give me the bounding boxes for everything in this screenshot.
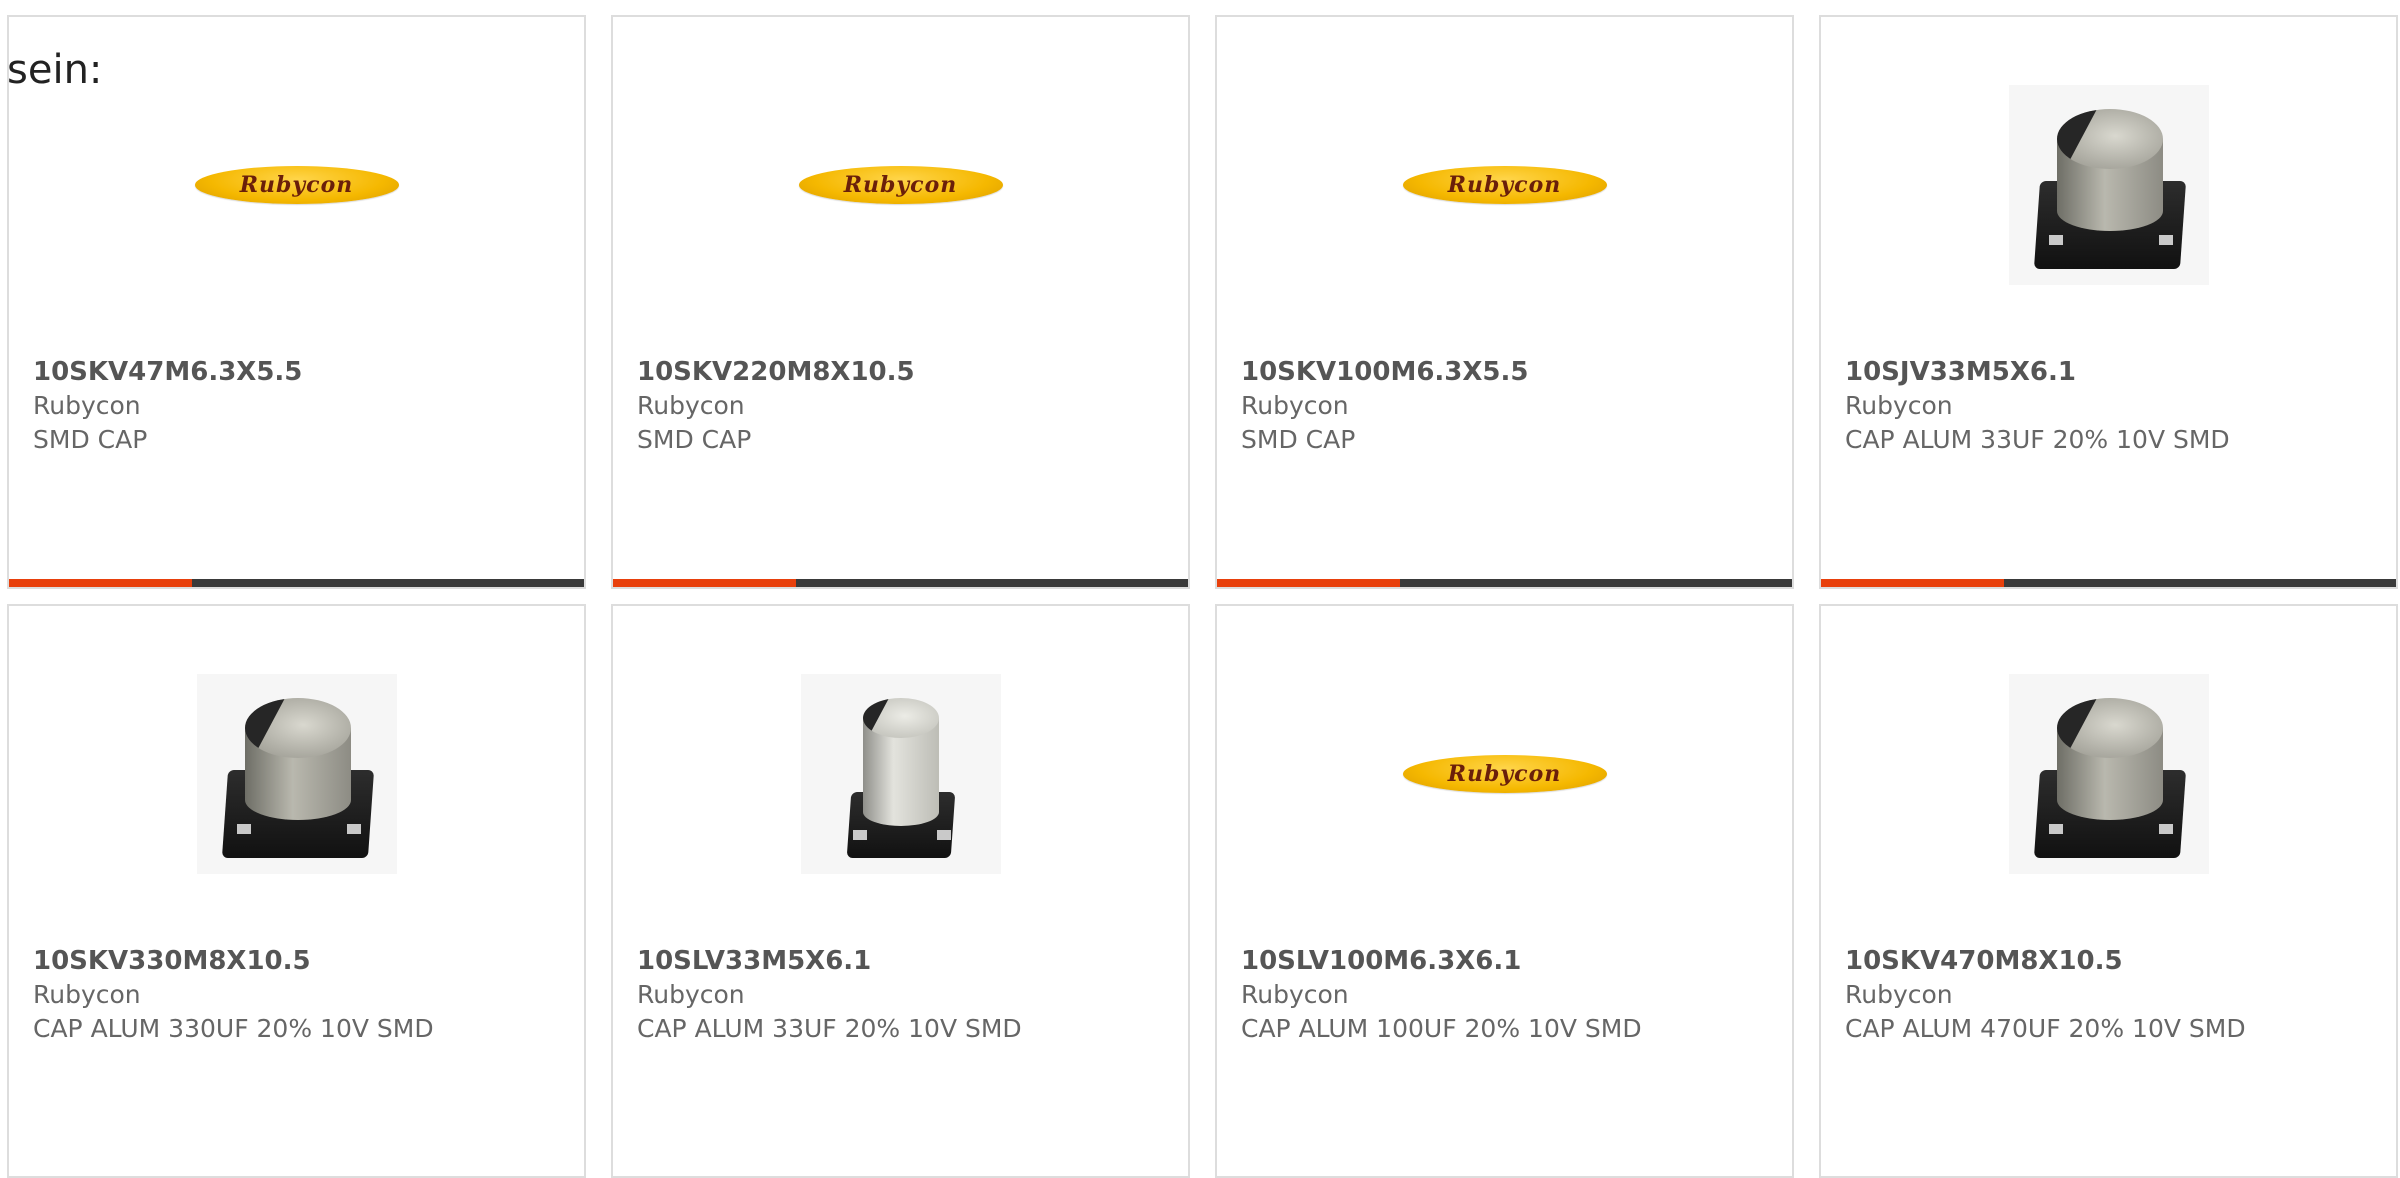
capacitor-top xyxy=(2056,109,2163,169)
product-card[interactable]: 10SJV33M5X6.1 Rubycon CAP ALUM 33UF 20% … xyxy=(1819,15,2398,589)
product-info: 10SKV470M8X10.5 Rubycon CAP ALUM 470UF 2… xyxy=(1845,944,2386,1046)
product-image[interactable]: Rubycon xyxy=(1217,85,1792,285)
product-manufacturer: Rubycon xyxy=(33,391,141,420)
intro-text: sein: xyxy=(7,47,103,93)
product-info: 10SJV33M5X6.1 Rubycon CAP ALUM 33UF 20% … xyxy=(1845,355,2386,457)
polarity-mark xyxy=(2056,109,2097,169)
product-info: 10SKV330M8X10.5 Rubycon CAP ALUM 330UF 2… xyxy=(33,944,574,1046)
rubycon-logo: Rubycon xyxy=(194,166,399,204)
product-part-number[interactable]: 10SJV33M5X6.1 xyxy=(1845,355,2386,389)
capacitor-pin xyxy=(2158,235,2173,245)
card-accent-highlight xyxy=(1217,579,1400,587)
product-description: CAP ALUM 100UF 20% 10V SMD xyxy=(1241,1014,1642,1043)
product-description: SMD CAP xyxy=(637,425,752,454)
card-accent-highlight xyxy=(1821,579,2004,587)
product-card[interactable]: Rubycon 10SKV220M8X10.5 Rubycon SMD CAP xyxy=(611,15,1190,589)
product-card[interactable]: 10SKV470M8X10.5 Rubycon CAP ALUM 470UF 2… xyxy=(1819,604,2398,1178)
card-accent-bar xyxy=(1217,579,1792,587)
card-accent-bar xyxy=(613,579,1188,587)
product-info: 10SKV100M6.3X5.5 Rubycon SMD CAP xyxy=(1241,355,1782,457)
product-manufacturer: Rubycon xyxy=(637,980,745,1009)
product-part-number[interactable]: 10SKV470M8X10.5 xyxy=(1845,944,2386,978)
product-description: CAP ALUM 33UF 20% 10V SMD xyxy=(1845,425,2230,454)
product-part-number[interactable]: 10SKV220M8X10.5 xyxy=(637,355,1178,389)
product-description: SMD CAP xyxy=(1241,425,1356,454)
product-image[interactable] xyxy=(1821,85,2396,285)
product-part-number[interactable]: 10SKV330M8X10.5 xyxy=(33,944,574,978)
capacitor-pin xyxy=(346,824,361,834)
product-grid: Rubycon 10SKV47M6.3X5.5 Rubycon SMD CAP … xyxy=(7,15,2400,1178)
capacitor-pin xyxy=(2048,235,2063,245)
product-card[interactable]: 10SKV330M8X10.5 Rubycon CAP ALUM 330UF 2… xyxy=(7,604,586,1178)
polarity-mark xyxy=(2056,698,2097,758)
capacitor-top xyxy=(244,698,351,758)
product-image[interactable]: Rubycon xyxy=(9,85,584,285)
smd-capacitor-photo xyxy=(2008,85,2209,285)
product-card[interactable]: Rubycon 10SKV47M6.3X5.5 Rubycon SMD CAP xyxy=(7,15,586,589)
card-accent-highlight xyxy=(613,579,796,587)
product-image[interactable] xyxy=(613,674,1188,874)
capacitor-pin xyxy=(852,830,867,840)
rubycon-logo: Rubycon xyxy=(1402,755,1607,793)
product-info: 10SLV33M5X6.1 Rubycon CAP ALUM 33UF 20% … xyxy=(637,944,1178,1046)
capacitor-pin xyxy=(2158,824,2173,834)
product-image[interactable]: Rubycon xyxy=(1217,674,1792,874)
rubycon-logo: Rubycon xyxy=(798,166,1003,204)
product-description: CAP ALUM 33UF 20% 10V SMD xyxy=(637,1014,1022,1043)
product-card[interactable]: Rubycon 10SLV100M6.3X6.1 Rubycon CAP ALU… xyxy=(1215,604,1794,1178)
product-card[interactable]: 10SLV33M5X6.1 Rubycon CAP ALUM 33UF 20% … xyxy=(611,604,1190,1178)
product-part-number[interactable]: 10SLV100M6.3X6.1 xyxy=(1241,944,1782,978)
product-part-number[interactable]: 10SKV47M6.3X5.5 xyxy=(33,355,574,389)
product-manufacturer: Rubycon xyxy=(33,980,141,1009)
card-accent-bar xyxy=(1821,579,2396,587)
product-manufacturer: Rubycon xyxy=(1845,391,1953,420)
product-description: CAP ALUM 470UF 20% 10V SMD xyxy=(1845,1014,2246,1043)
capacitor-pin xyxy=(936,830,951,840)
product-description: SMD CAP xyxy=(33,425,148,454)
product-image[interactable] xyxy=(9,674,584,874)
product-description: CAP ALUM 330UF 20% 10V SMD xyxy=(33,1014,434,1043)
card-accent-bar xyxy=(9,579,584,587)
capacitor-top xyxy=(862,698,939,738)
smd-capacitor-tall-photo xyxy=(800,674,1001,874)
capacitor-top xyxy=(2056,698,2163,758)
product-part-number[interactable]: 10SKV100M6.3X5.5 xyxy=(1241,355,1782,389)
product-info: 10SKV47M6.3X5.5 Rubycon SMD CAP xyxy=(33,355,574,457)
smd-capacitor-photo xyxy=(2008,674,2209,874)
card-accent-highlight xyxy=(9,579,192,587)
capacitor-pin xyxy=(2048,824,2063,834)
product-image[interactable] xyxy=(1821,674,2396,874)
capacitor-pin xyxy=(236,824,251,834)
smd-capacitor-photo xyxy=(196,674,397,874)
polarity-mark xyxy=(244,698,285,758)
rubycon-logo: Rubycon xyxy=(1402,166,1607,204)
product-manufacturer: Rubycon xyxy=(1845,980,1953,1009)
product-image[interactable]: Rubycon xyxy=(613,85,1188,285)
product-info: 10SKV220M8X10.5 Rubycon SMD CAP xyxy=(637,355,1178,457)
product-part-number[interactable]: 10SLV33M5X6.1 xyxy=(637,944,1178,978)
product-manufacturer: Rubycon xyxy=(1241,980,1349,1009)
product-manufacturer: Rubycon xyxy=(637,391,745,420)
product-manufacturer: Rubycon xyxy=(1241,391,1349,420)
polarity-mark xyxy=(862,698,889,738)
product-info: 10SLV100M6.3X6.1 Rubycon CAP ALUM 100UF … xyxy=(1241,944,1782,1046)
product-card[interactable]: Rubycon 10SKV100M6.3X5.5 Rubycon SMD CAP xyxy=(1215,15,1794,589)
